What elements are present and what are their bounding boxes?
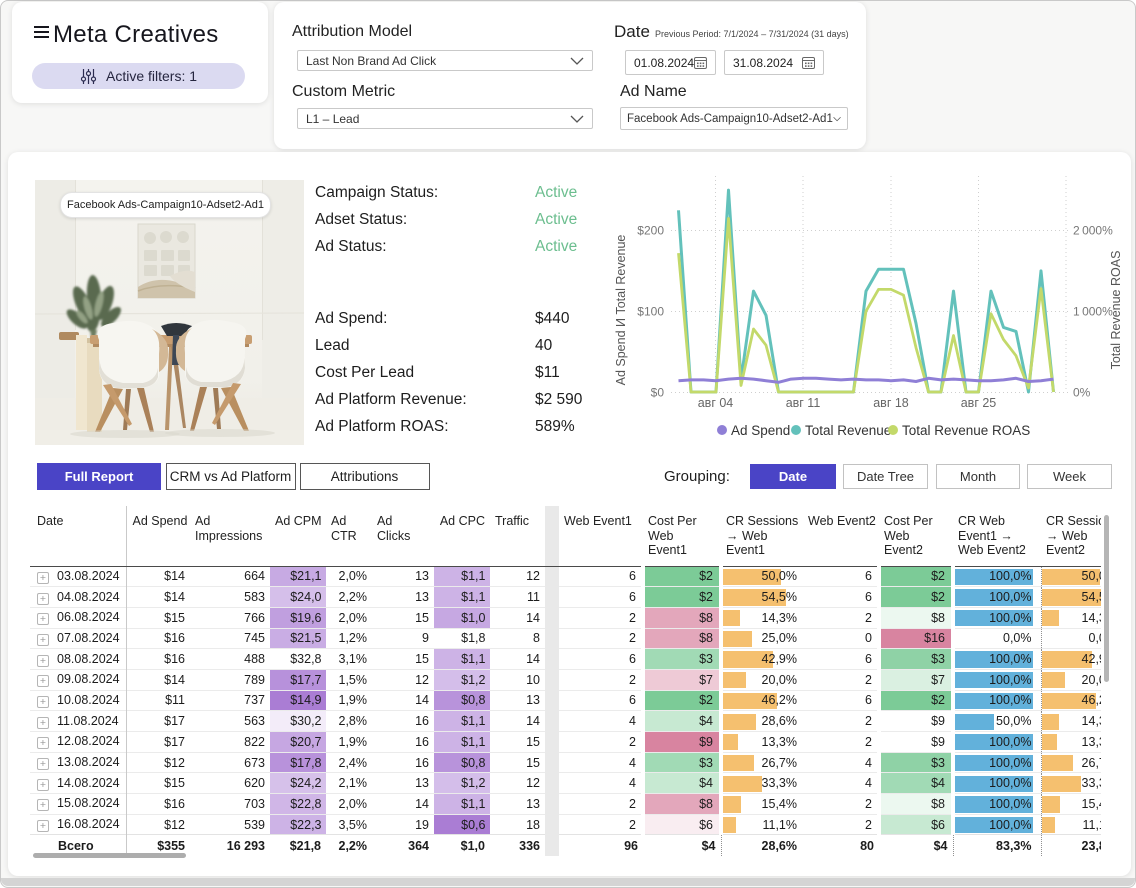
svg-text:авг 18: авг 18	[873, 396, 909, 410]
svg-text:$100: $100	[637, 305, 664, 319]
svg-text:Total Revenue ROAS: Total Revenue ROAS	[902, 423, 1030, 438]
svg-text:2 000%: 2 000%	[1073, 224, 1113, 238]
svg-text:1 000%: 1 000%	[1073, 305, 1113, 319]
svg-text:$0: $0	[651, 386, 665, 400]
svg-text:$200: $200	[637, 224, 664, 238]
svg-text:авг 11: авг 11	[786, 396, 821, 410]
svg-text:авг 25: авг 25	[961, 396, 997, 410]
svg-text:авг 04: авг 04	[698, 396, 734, 410]
svg-text:Total Revenue ROAS: Total Revenue ROAS	[1109, 251, 1123, 370]
svg-text:Ad Spend И Total Revenue: Ad Spend И Total Revenue	[614, 235, 628, 386]
svg-text:Ad Spend: Ad Spend	[731, 423, 790, 438]
svg-text:0%: 0%	[1073, 386, 1091, 400]
svg-text:Total Revenue: Total Revenue	[805, 423, 891, 438]
